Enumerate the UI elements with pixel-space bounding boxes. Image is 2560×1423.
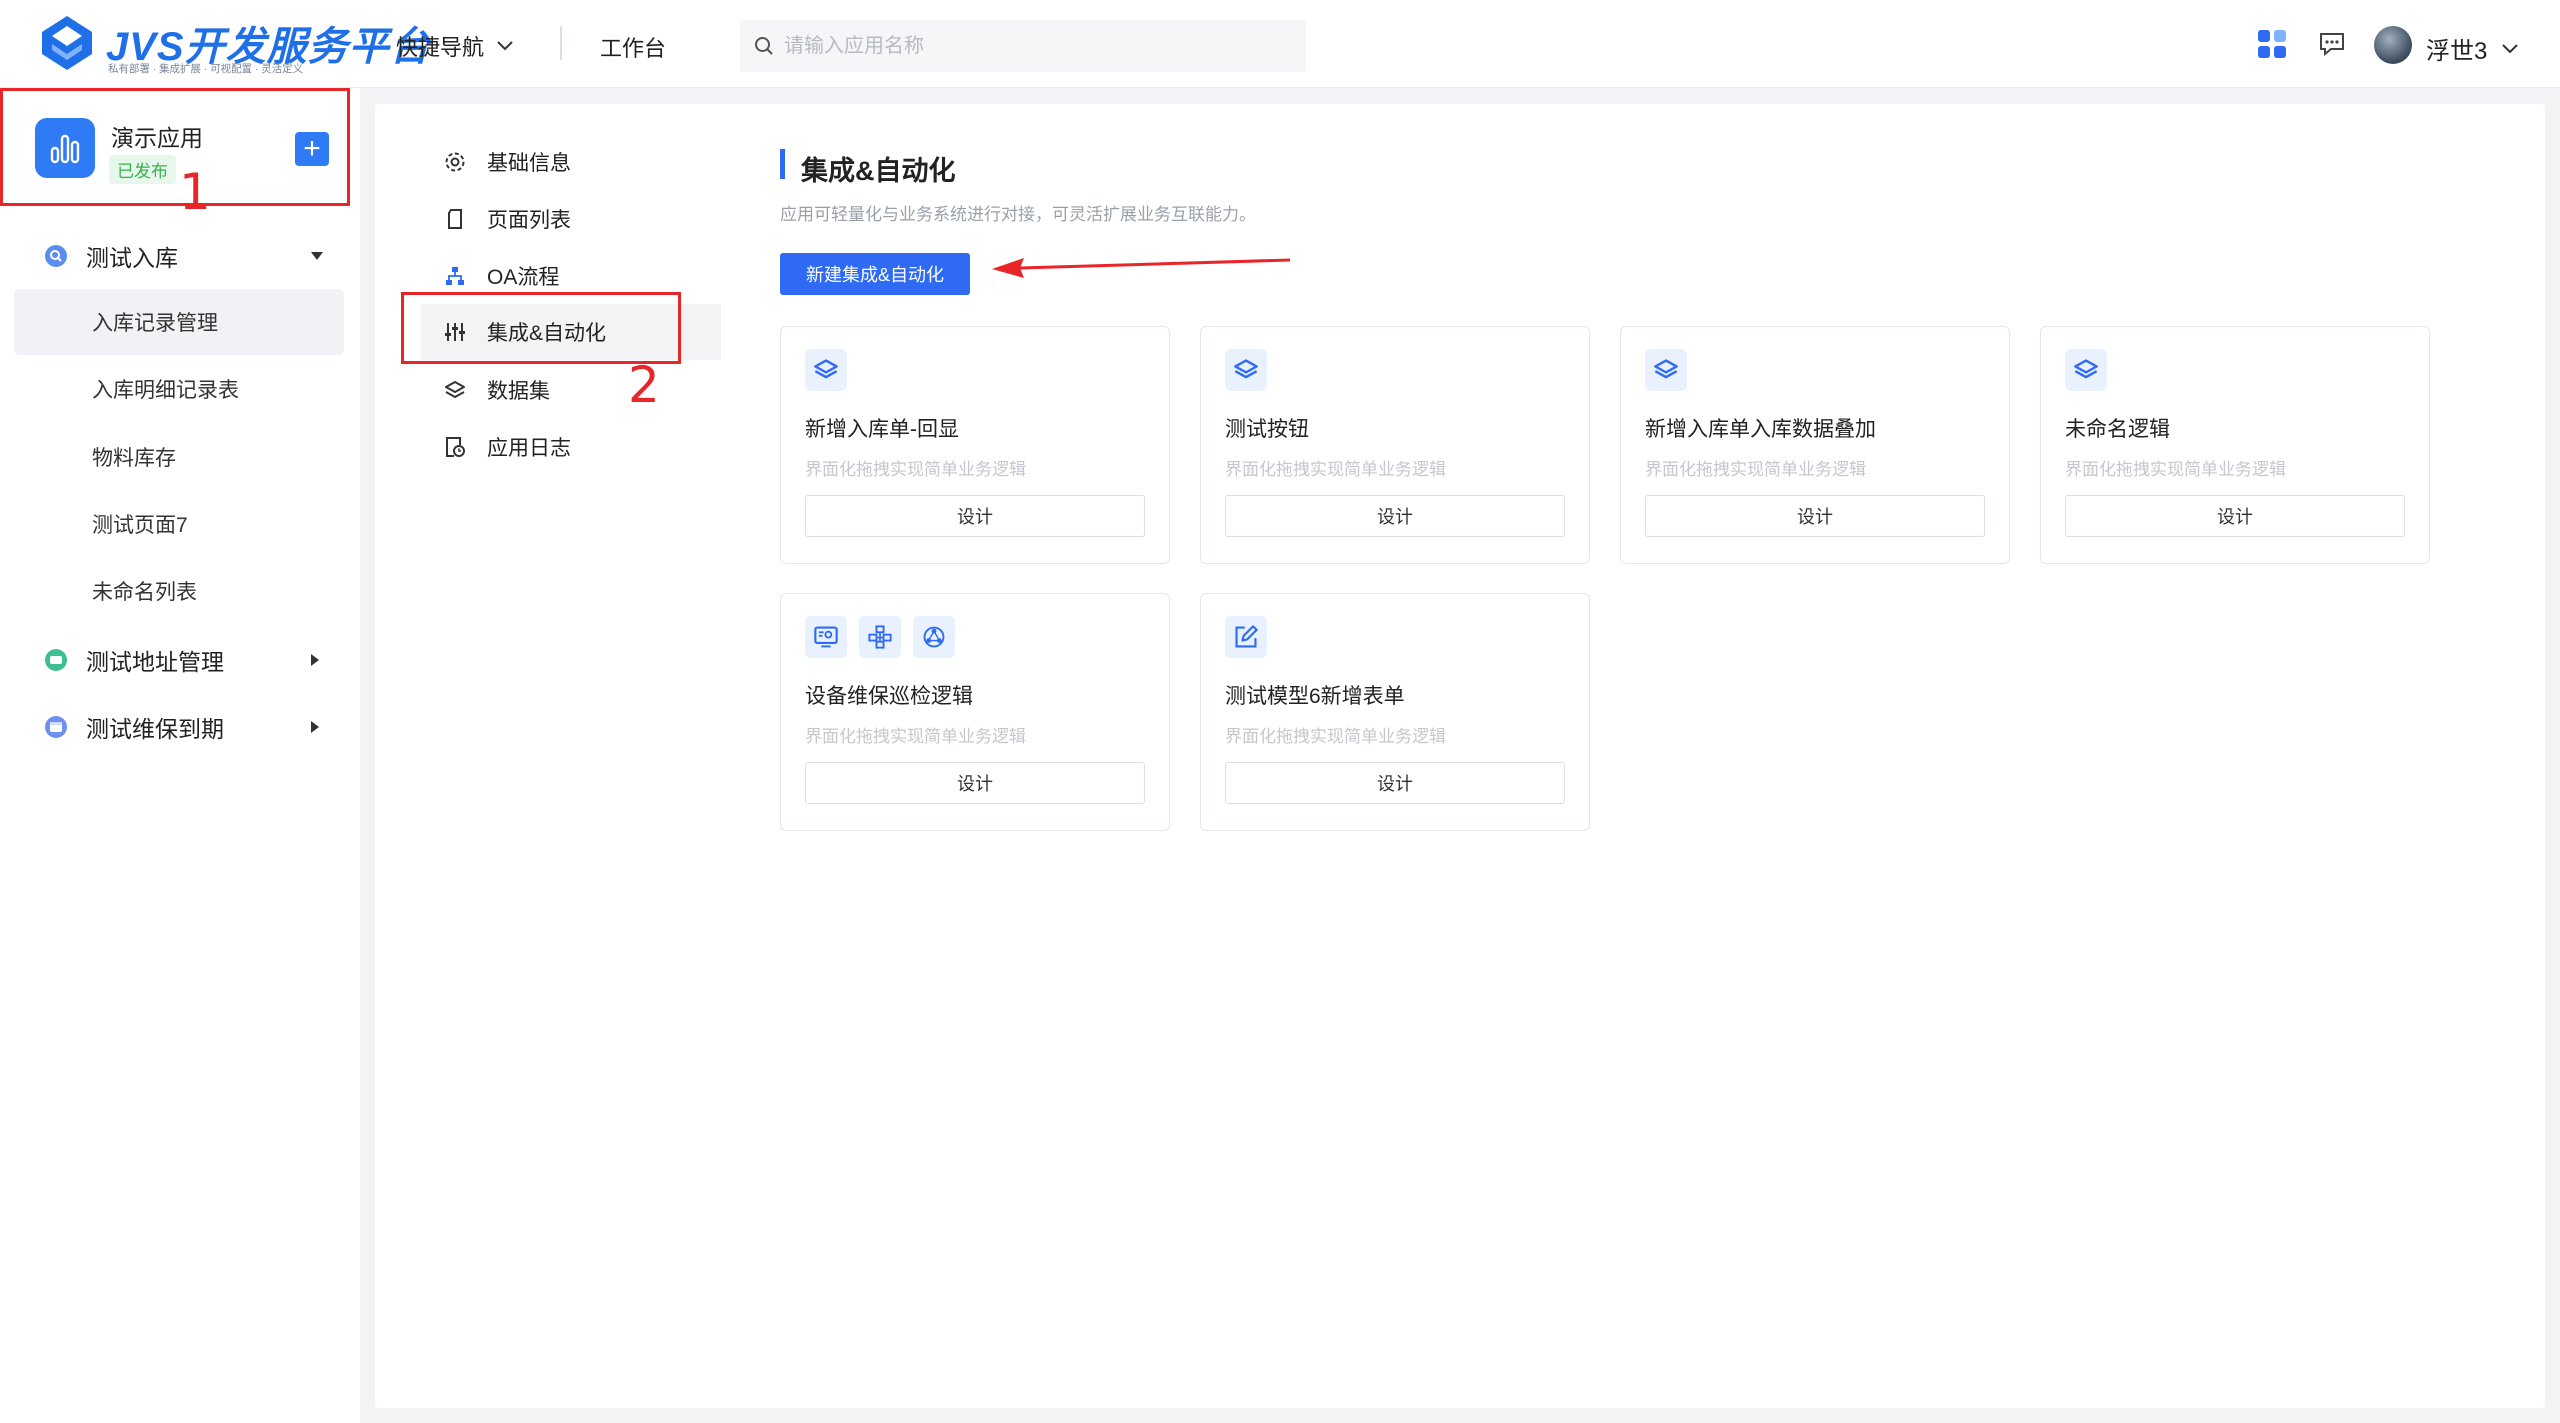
logo-icon bbox=[42, 16, 92, 70]
sidebar-item-stockin-details[interactable]: 入库明细记录表 bbox=[14, 356, 344, 422]
quick-nav-label: 快捷导航 bbox=[396, 35, 485, 60]
map-circle-icon bbox=[45, 649, 67, 671]
design-button[interactable]: 设计 bbox=[2065, 495, 2405, 537]
logic-card[interactable]: 设备维保巡检逻辑 界面化拖拽实现简单业务逻辑 设计 bbox=[780, 593, 1170, 831]
logic-card[interactable]: 测试模型6新增表单 界面化拖拽实现简单业务逻辑 设计 bbox=[1200, 593, 1590, 831]
new-integration-button[interactable]: 新建集成&自动化 bbox=[780, 253, 970, 295]
design-button[interactable]: 设计 bbox=[1645, 495, 1985, 537]
main-panel: 基础信息 页面列表 OA流程 集成&自动化 2 数据集 应用日志 集成&自动化 … bbox=[375, 104, 2545, 1408]
network-icon bbox=[913, 616, 955, 658]
card-title: 测试按钮 bbox=[1225, 418, 1309, 441]
sidebar-item-unnamed-list[interactable]: 未命名列表 bbox=[14, 558, 344, 624]
caret-right-icon bbox=[311, 654, 319, 666]
app-status-badge: 已发布 bbox=[109, 155, 176, 184]
sidebar-group-maintenance-due[interactable]: 测试维保到期 bbox=[0, 697, 360, 757]
card-title: 新增入库单-回显 bbox=[805, 418, 959, 441]
subnav-label: OA流程 bbox=[487, 266, 560, 289]
sidebar-group-test-address[interactable]: 测试地址管理 bbox=[0, 630, 360, 690]
design-button[interactable]: 设计 bbox=[805, 762, 1145, 804]
card-description: 界面化拖拽实现简单业务逻辑 bbox=[1225, 460, 1446, 479]
sidebar-group-label: 测试维保到期 bbox=[86, 716, 224, 742]
user-name: 浮世3 bbox=[2426, 38, 2488, 65]
edit-form-icon bbox=[1225, 616, 1267, 658]
page-scrollbar-track[interactable] bbox=[2546, 88, 2560, 1423]
subnav-label: 应用日志 bbox=[487, 437, 571, 460]
card-title: 测试模型6新增表单 bbox=[1225, 685, 1405, 708]
layers-icon bbox=[1225, 349, 1267, 391]
user-menu[interactable]: 浮世3 bbox=[2426, 31, 2519, 66]
monitor-search-icon bbox=[805, 616, 847, 658]
workflow-icon bbox=[859, 616, 901, 658]
quick-nav-dropdown[interactable]: 快捷导航 bbox=[396, 30, 514, 62]
app-header-highlight: 演示应用 已发布 + 1 bbox=[0, 88, 350, 221]
workbench-link[interactable]: 工作台 bbox=[600, 31, 666, 63]
card-description: 界面化拖拽实现简单业务逻辑 bbox=[2065, 460, 2286, 479]
message-icon[interactable] bbox=[2318, 30, 2346, 58]
design-button[interactable]: 设计 bbox=[805, 495, 1145, 537]
caret-right-icon bbox=[311, 721, 319, 733]
sidebar-item-material-stock[interactable]: 物料库存 bbox=[14, 424, 344, 490]
search-icon bbox=[755, 37, 773, 55]
logic-card[interactable]: 新增入库单入库数据叠加 界面化拖拽实现简单业务逻辑 设计 bbox=[1620, 326, 2010, 564]
layers-icon bbox=[2065, 349, 2107, 391]
subnav-highlight-box bbox=[401, 292, 681, 364]
user-avatar[interactable] bbox=[2374, 26, 2412, 64]
card-description: 界面化拖拽实现简单业务逻辑 bbox=[1645, 460, 1866, 479]
section-accent-bar bbox=[780, 149, 785, 179]
card-title: 未命名逻辑 bbox=[2065, 418, 2170, 441]
sidebar-item-stockin-records[interactable]: 入库记录管理 bbox=[14, 289, 344, 355]
annotation-arrow-icon bbox=[992, 258, 1290, 278]
subnav-app-log[interactable]: 应用日志 bbox=[443, 419, 743, 475]
logic-card[interactable]: 新增入库单-回显 界面化拖拽实现简单业务逻辑 设计 bbox=[780, 326, 1170, 564]
subnav-page-list[interactable]: 页面列表 bbox=[443, 191, 743, 247]
org-chart-icon bbox=[443, 264, 467, 288]
brand-logo[interactable]: JVS开发服务平台 私有部署 · 集成扩展 · 可视配置 · 灵活定义 bbox=[38, 10, 430, 75]
bar-chart-icon bbox=[35, 118, 95, 178]
file-icon bbox=[443, 207, 467, 231]
design-button[interactable]: 设计 bbox=[1225, 495, 1565, 537]
add-button[interactable]: + bbox=[295, 132, 329, 166]
card-description: 界面化拖拽实现简单业务逻辑 bbox=[805, 727, 1026, 746]
annotation-number-1: 1 bbox=[179, 163, 211, 221]
app-search-box[interactable] bbox=[740, 20, 1306, 72]
subnav-label: 数据集 bbox=[487, 380, 550, 403]
gear-icon bbox=[443, 150, 467, 174]
sidebar-group-label: 测试地址管理 bbox=[86, 649, 224, 675]
app-sidebar: 演示应用 已发布 + 1 测试入库 入库记录管理 入库明细记录表 物料库存 测试… bbox=[0, 88, 360, 1423]
logic-card[interactable]: 测试按钮 界面化拖拽实现简单业务逻辑 设计 bbox=[1200, 326, 1590, 564]
calendar-circle-icon bbox=[45, 716, 67, 738]
log-clock-icon bbox=[443, 435, 467, 459]
app-name[interactable]: 演示应用 bbox=[111, 119, 203, 153]
chevron-down-icon bbox=[497, 41, 513, 51]
subnav-label: 页面列表 bbox=[487, 209, 571, 232]
card-description: 界面化拖拽实现简单业务逻辑 bbox=[1225, 727, 1446, 746]
card-title: 设备维保巡检逻辑 bbox=[805, 685, 973, 708]
sidebar-group-test-stockin[interactable]: 测试入库 bbox=[0, 226, 360, 286]
logic-card[interactable]: 未命名逻辑 界面化拖拽实现简单业务逻辑 设计 bbox=[2040, 326, 2430, 564]
layers-icon bbox=[805, 349, 847, 391]
subnav-dataset[interactable]: 数据集 bbox=[443, 362, 743, 418]
sidebar-item-test-page-7[interactable]: 测试页面7 bbox=[14, 491, 344, 557]
layers-icon bbox=[1645, 349, 1687, 391]
subnav-label: 基础信息 bbox=[487, 152, 571, 175]
nav-divider bbox=[560, 26, 562, 60]
section-title: 集成&自动化 bbox=[801, 156, 956, 186]
card-title: 新增入库单入库数据叠加 bbox=[1645, 418, 1876, 441]
layers-icon bbox=[443, 378, 467, 402]
card-description: 界面化拖拽实现简单业务逻辑 bbox=[805, 460, 1026, 479]
apps-grid-icon[interactable] bbox=[2256, 28, 2288, 60]
search-circle-icon bbox=[45, 245, 67, 267]
design-button[interactable]: 设计 bbox=[1225, 762, 1565, 804]
brand-subtitle: 私有部署 · 集成扩展 · 可视配置 · 灵活定义 bbox=[108, 63, 304, 75]
chevron-down-icon bbox=[2502, 43, 2519, 53]
section-description: 应用可轻量化与业务系统进行对接，可灵活扩展业务互联能力。 bbox=[780, 205, 1256, 224]
subnav-basic-info[interactable]: 基础信息 bbox=[443, 134, 743, 190]
search-input[interactable] bbox=[784, 34, 1264, 58]
top-bar: JVS开发服务平台 私有部署 · 集成扩展 · 可视配置 · 灵活定义 快捷导航… bbox=[0, 0, 2560, 88]
sidebar-group-label: 测试入库 bbox=[86, 245, 178, 271]
caret-down-icon bbox=[311, 252, 323, 260]
